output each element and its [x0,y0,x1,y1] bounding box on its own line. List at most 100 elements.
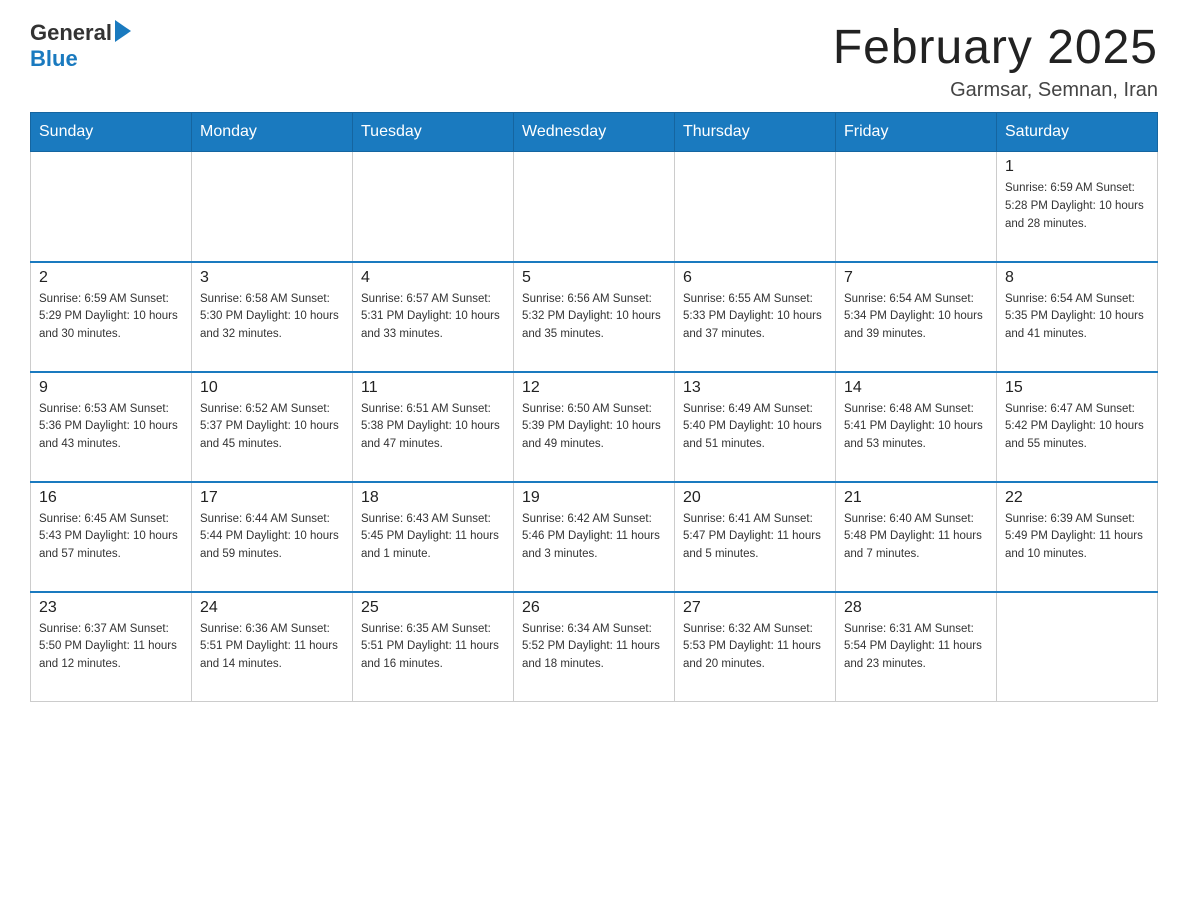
day-number: 27 [683,599,827,617]
calendar-header-row: SundayMondayTuesdayWednesdayThursdayFrid… [31,113,1158,152]
calendar-day-cell: 16 Sunrise: 6:45 AM Sunset: 5:43 PM Dayli… [31,482,192,592]
day-info: Sunrise: 6:42 AM Sunset: 5:46 PM Dayligh… [522,511,666,564]
day-number: 23 [39,599,183,617]
day-header-tuesday: Tuesday [353,113,514,152]
day-number: 18 [361,489,505,507]
day-number: 12 [522,379,666,397]
calendar-day-cell: 22Sunrise: 6:39 AM Sunset: 5:49 PM Dayli… [997,482,1158,592]
logo: General Blue [30,20,131,72]
calendar-day-cell: 25 Sunrise: 6:35 AM Sunset: 5:51 PM Dayli… [353,592,514,702]
calendar-day-cell: 19Sunrise: 6:42 AM Sunset: 5:46 PM Dayli… [514,482,675,592]
calendar-day-cell: 6 Sunrise: 6:55 AM Sunset: 5:33 PM Daylig… [675,262,836,372]
calendar-day-cell: 3 Sunrise: 6:58 AM Sunset: 5:30 PM Daylig… [192,262,353,372]
day-number: 1 [1005,158,1149,176]
calendar-day-cell: 20Sunrise: 6:41 AM Sunset: 5:47 PM Dayli… [675,482,836,592]
day-info: Sunrise: 6:50 AM Sunset: 5:39 PM Dayligh… [522,401,666,454]
calendar-day-cell: 7 Sunrise: 6:54 AM Sunset: 5:34 PM Daylig… [836,262,997,372]
calendar-day-cell: 18 Sunrise: 6:43 AM Sunset: 5:45 PM Dayli… [353,482,514,592]
day-number: 15 [1005,379,1149,397]
calendar-week-row: 9 Sunrise: 6:53 AM Sunset: 5:36 PM Daylig… [31,372,1158,482]
calendar-day-cell [997,592,1158,702]
day-info: Sunrise: 6:54 AM Sunset: 5:35 PM Dayligh… [1005,291,1149,344]
day-number: 20 [683,489,827,507]
day-number: 4 [361,269,505,287]
calendar-day-cell: 11 Sunrise: 6:51 AM Sunset: 5:38 PM Dayli… [353,372,514,482]
logo-blue: Blue [30,46,78,71]
calendar-day-cell [353,152,514,262]
month-title: February 2025 [833,20,1158,75]
calendar-day-cell: 14Sunrise: 6:48 AM Sunset: 5:41 PM Dayli… [836,372,997,482]
day-info: Sunrise: 6:40 AM Sunset: 5:48 PM Dayligh… [844,511,988,564]
location: Garmsar, Semnan, Iran [833,79,1158,102]
day-info: Sunrise: 6:56 AM Sunset: 5:32 PM Dayligh… [522,291,666,344]
calendar-day-cell: 10 Sunrise: 6:52 AM Sunset: 5:37 PM Dayli… [192,372,353,482]
calendar-day-cell [836,152,997,262]
calendar-day-cell [514,152,675,262]
calendar-day-cell [675,152,836,262]
calendar-day-cell: 27 Sunrise: 6:32 AM Sunset: 5:53 PM Dayli… [675,592,836,702]
calendar-day-cell: 28 Sunrise: 6:31 AM Sunset: 5:54 PM Dayli… [836,592,997,702]
day-info: Sunrise: 6:32 AM Sunset: 5:53 PM Dayligh… [683,621,827,674]
day-number: 16 [39,489,183,507]
day-info: Sunrise: 6:34 AM Sunset: 5:52 PM Dayligh… [522,621,666,674]
calendar-day-cell: 15 Sunrise: 6:47 AM Sunset: 5:42 PM Dayli… [997,372,1158,482]
day-number: 2 [39,269,183,287]
calendar-day-cell: 21 Sunrise: 6:40 AM Sunset: 5:48 PM Dayli… [836,482,997,592]
day-header-friday: Friday [836,113,997,152]
day-info: Sunrise: 6:37 AM Sunset: 5:50 PM Dayligh… [39,621,183,674]
day-header-monday: Monday [192,113,353,152]
calendar-week-row: 2Sunrise: 6:59 AM Sunset: 5:29 PM Daylig… [31,262,1158,372]
day-number: 13 [683,379,827,397]
day-number: 25 [361,599,505,617]
calendar-day-cell: 4Sunrise: 6:57 AM Sunset: 5:31 PM Daylig… [353,262,514,372]
logo-arrow-icon [115,20,131,42]
day-header-sunday: Sunday [31,113,192,152]
calendar-day-cell: 17 Sunrise: 6:44 AM Sunset: 5:44 PM Dayli… [192,482,353,592]
calendar-day-cell: 12 Sunrise: 6:50 AM Sunset: 5:39 PM Dayli… [514,372,675,482]
day-info: Sunrise: 6:47 AM Sunset: 5:42 PM Dayligh… [1005,401,1149,454]
day-info: Sunrise: 6:53 AM Sunset: 5:36 PM Dayligh… [39,401,183,454]
day-number: 17 [200,489,344,507]
calendar-day-cell: 23 Sunrise: 6:37 AM Sunset: 5:50 PM Dayli… [31,592,192,702]
calendar-table: SundayMondayTuesdayWednesdayThursdayFrid… [30,112,1158,702]
day-number: 11 [361,379,505,397]
calendar-day-cell: 26 Sunrise: 6:34 AM Sunset: 5:52 PM Dayli… [514,592,675,702]
day-info: Sunrise: 6:44 AM Sunset: 5:44 PM Dayligh… [200,511,344,564]
day-info: Sunrise: 6:35 AM Sunset: 5:51 PM Dayligh… [361,621,505,674]
calendar-day-cell: 9 Sunrise: 6:53 AM Sunset: 5:36 PM Daylig… [31,372,192,482]
day-number: 6 [683,269,827,287]
day-info: Sunrise: 6:52 AM Sunset: 5:37 PM Dayligh… [200,401,344,454]
day-info: Sunrise: 6:55 AM Sunset: 5:33 PM Dayligh… [683,291,827,344]
day-header-saturday: Saturday [997,113,1158,152]
day-info: Sunrise: 6:43 AM Sunset: 5:45 PM Dayligh… [361,511,505,564]
calendar-day-cell: 1 Sunrise: 6:59 AM Sunset: 5:28 PM Daylig… [997,152,1158,262]
calendar-week-row: 23 Sunrise: 6:37 AM Sunset: 5:50 PM Dayli… [31,592,1158,702]
day-info: Sunrise: 6:49 AM Sunset: 5:40 PM Dayligh… [683,401,827,454]
day-number: 3 [200,269,344,287]
calendar-day-cell [192,152,353,262]
calendar-day-cell: 13 Sunrise: 6:49 AM Sunset: 5:40 PM Dayli… [675,372,836,482]
day-info: Sunrise: 6:31 AM Sunset: 5:54 PM Dayligh… [844,621,988,674]
calendar-day-cell: 24Sunrise: 6:36 AM Sunset: 5:51 PM Dayli… [192,592,353,702]
day-info: Sunrise: 6:59 AM Sunset: 5:28 PM Dayligh… [1005,180,1149,233]
day-info: Sunrise: 6:58 AM Sunset: 5:30 PM Dayligh… [200,291,344,344]
day-number: 26 [522,599,666,617]
day-header-thursday: Thursday [675,113,836,152]
calendar-week-row: 16 Sunrise: 6:45 AM Sunset: 5:43 PM Dayli… [31,482,1158,592]
calendar-day-cell [31,152,192,262]
calendar-day-cell: 8 Sunrise: 6:54 AM Sunset: 5:35 PM Daylig… [997,262,1158,372]
day-info: Sunrise: 6:45 AM Sunset: 5:43 PM Dayligh… [39,511,183,564]
calendar-day-cell: 2Sunrise: 6:59 AM Sunset: 5:29 PM Daylig… [31,262,192,372]
day-number: 10 [200,379,344,397]
page-header: General Blue February 2025 Garmsar, Semn… [30,20,1158,102]
day-info: Sunrise: 6:48 AM Sunset: 5:41 PM Dayligh… [844,401,988,454]
day-info: Sunrise: 6:51 AM Sunset: 5:38 PM Dayligh… [361,401,505,454]
day-info: Sunrise: 6:54 AM Sunset: 5:34 PM Dayligh… [844,291,988,344]
day-number: 28 [844,599,988,617]
day-number: 21 [844,489,988,507]
day-number: 8 [1005,269,1149,287]
day-number: 9 [39,379,183,397]
day-number: 5 [522,269,666,287]
day-number: 7 [844,269,988,287]
day-info: Sunrise: 6:39 AM Sunset: 5:49 PM Dayligh… [1005,511,1149,564]
